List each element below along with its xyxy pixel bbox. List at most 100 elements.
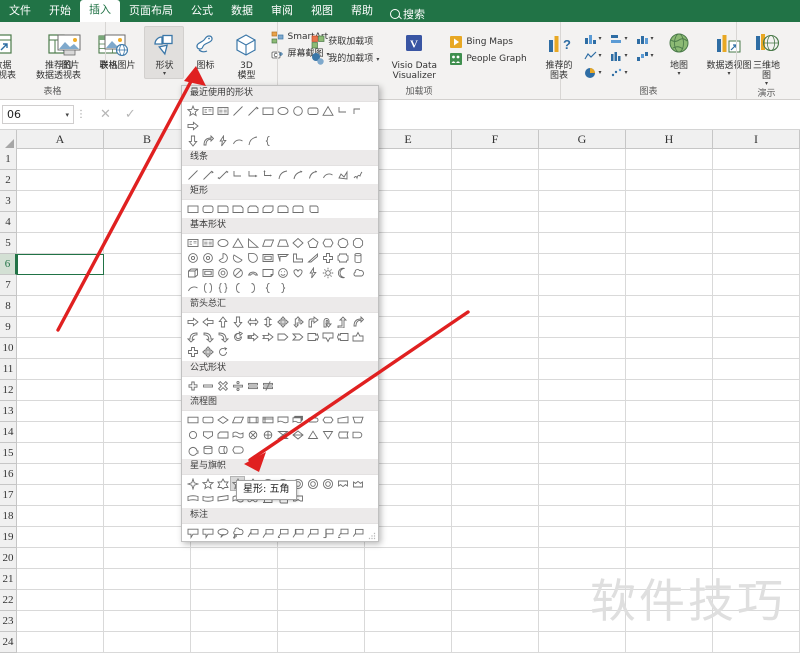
row-header-1[interactable]: 1 [0,149,17,170]
cell-B15[interactable] [104,443,191,464]
shape-arrow-quad-icon[interactable] [275,314,290,329]
row-header-16[interactable]: 16 [0,464,17,485]
statistic-chart-button[interactable]: ▾ [610,50,628,62]
line-chart-button[interactable]: ▾ [584,50,602,62]
cell-H13[interactable] [626,401,713,422]
shape-chevron-icon[interactable] [290,329,305,344]
shape-callout-rect-icon[interactable] [185,525,200,540]
shape-fc-display-icon[interactable] [230,442,245,457]
shape-fc-decision-icon[interactable] [215,412,230,427]
shape-arrow-right-icon[interactable] [185,314,200,329]
cell-I7[interactable] [713,275,800,296]
row-header-23[interactable]: 23 [0,611,17,632]
cell-H14[interactable] [626,422,713,443]
shape-decagon-icon[interactable] [185,250,200,265]
shape-callout-bar1-icon[interactable] [350,525,365,540]
cell-F14[interactable] [452,422,539,443]
cell-C23[interactable] [191,611,278,632]
shape-round-rect-icon[interactable] [305,103,320,118]
chevron-down-icon[interactable]: ▾ [677,71,680,77]
cell-G9[interactable] [539,317,626,338]
shape-left-callout-icon[interactable] [335,329,350,344]
cell-F8[interactable] [452,296,539,317]
cell-A15[interactable] [17,443,104,464]
shape-lightning-icon[interactable] [215,133,230,148]
get-addins-button[interactable]: 获取加载项 [308,34,382,50]
cell-D20[interactable] [278,548,365,569]
shape-pentagon-icon[interactable] [305,235,320,250]
cell-C21[interactable] [191,569,278,590]
shape-corner-icon[interactable] [290,250,305,265]
cell-H24[interactable] [626,632,713,653]
cell-I16[interactable] [713,464,800,485]
cell-G3[interactable] [539,191,626,212]
cell-F11[interactable] [452,359,539,380]
shape-teardrop-icon[interactable] [245,250,260,265]
shape-callout-oval-icon[interactable] [215,525,230,540]
shape-fc-predefined-icon[interactable] [245,412,260,427]
shape-ribbon-curved-icon[interactable] [185,491,200,506]
cell-G19[interactable] [539,527,626,548]
picture-button[interactable]: 图片 [50,26,90,74]
tab-file[interactable]: 文件 [0,1,40,22]
cell-H1[interactable] [626,149,713,170]
cell-A5[interactable] [17,233,104,254]
cell-B1[interactable] [104,149,191,170]
shape-arrow-down-icon[interactable] [185,133,200,148]
shape-star5-icon[interactable] [185,103,200,118]
shape-block-arc-icon[interactable] [245,265,260,280]
cell-F24[interactable] [452,632,539,653]
cell-H19[interactable] [626,527,713,548]
column-header-B[interactable]: B [104,130,191,149]
cell-A24[interactable] [17,632,104,653]
cell-B6[interactable] [104,254,191,275]
shape-circular-icon[interactable] [230,329,245,344]
shape-fc-data-icon[interactable] [230,412,245,427]
shape-arrow-right-icon[interactable] [185,118,200,133]
shape-callout-cloud-icon[interactable] [230,525,245,540]
shape-textbox-icon[interactable] [200,103,215,118]
shape-fc-summing-icon[interactable] [245,427,260,442]
cell-A7[interactable] [17,275,104,296]
shape-snip1-rect-icon[interactable] [230,201,245,216]
shape-arc-icon[interactable] [320,167,335,182]
name-box[interactable]: 06 ▾ [2,105,74,124]
shape-brace-left-icon[interactable] [260,280,275,295]
cell-F16[interactable] [452,464,539,485]
cell-F12[interactable] [452,380,539,401]
cell-C20[interactable] [191,548,278,569]
shape-curve-icon[interactable] [275,167,290,182]
shape-fc-multidoc-icon[interactable] [290,412,305,427]
shape-arrow-up-icon[interactable] [215,314,230,329]
cell-I12[interactable] [713,380,800,401]
shape-fc-magnetic-disk-icon[interactable] [200,442,215,457]
cell-A8[interactable] [17,296,104,317]
shape-textbox2-icon[interactable] [215,103,230,118]
cell-F17[interactable] [452,485,539,506]
shape-callout-accent-bar2-icon[interactable] [335,525,350,540]
bar-chart-button[interactable]: ▾ [610,33,628,45]
cell-B22[interactable] [104,590,191,611]
cell-F4[interactable] [452,212,539,233]
column-header-G[interactable]: G [539,130,626,149]
cell-H16[interactable] [626,464,713,485]
shape-fc-process-icon[interactable] [185,412,200,427]
cell-A6[interactable] [17,254,104,275]
cell-B13[interactable] [104,401,191,422]
cell-D24[interactable] [278,632,365,653]
cell-A19[interactable] [17,527,104,548]
chevron-down-icon[interactable]: ▾ [65,111,69,119]
cell-H12[interactable] [626,380,713,401]
chevron-down-icon[interactable]: ▾ [163,71,166,77]
shape-arc-icon[interactable] [230,133,245,148]
shape-fc-sort-icon[interactable] [290,427,305,442]
shape-round2-same-rect-icon[interactable] [290,201,305,216]
cell-I13[interactable] [713,401,800,422]
cell-G17[interactable] [539,485,626,506]
shape-no-symbol-icon[interactable] [230,265,245,280]
shape-snip-round-rect-icon[interactable] [275,201,290,216]
cell-F5[interactable] [452,233,539,254]
shape-scribble-icon[interactable] [350,167,365,182]
cell-H15[interactable] [626,443,713,464]
shape-plaque-icon[interactable] [335,250,350,265]
